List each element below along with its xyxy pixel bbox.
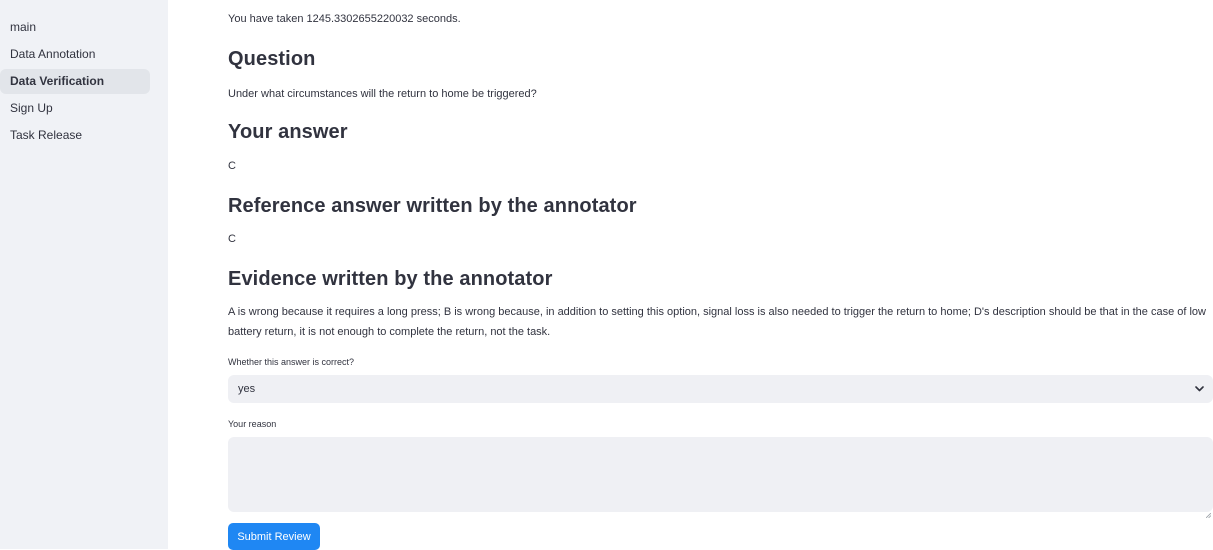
sidebar-item-main[interactable]: main [0,15,158,40]
sidebar-item-sign-up[interactable]: Sign Up [0,96,158,121]
reason-textarea[interactable] [228,437,1213,512]
reference-answer-value: C [228,233,236,245]
reason-label: Your reason [228,419,277,429]
chevron-down-icon [1194,375,1204,403]
your-answer-value: C [228,160,236,172]
sidebar: main Data Annotation Data Verification S… [0,0,168,549]
sidebar-item-data-annotation[interactable]: Data Annotation [0,42,158,67]
evidence-text: A is wrong because it requires a long pr… [228,306,1206,338]
timer-text: You have taken 1245.3302655220032 second… [228,13,461,25]
sidebar-item-task-release[interactable]: Task Release [0,123,158,148]
correct-select[interactable]: yes [228,375,1213,403]
correct-select-value: yes [238,383,256,395]
question-text: Under what circumstances will the return… [228,88,537,100]
your-answer-heading: Your answer [228,121,348,143]
main-content: You have taken 1245.3302655220032 second… [228,0,1213,550]
evidence-heading: Evidence written by the annotator [228,268,553,290]
resize-grip-icon[interactable] [1205,505,1212,519]
correct-select-label: Whether this answer is correct? [228,357,355,367]
sidebar-nav: main Data Annotation Data Verification S… [0,15,158,150]
sidebar-item-data-verification[interactable]: Data Verification [0,69,150,94]
reference-answer-heading: Reference answer written by the annotato… [228,195,637,217]
submit-review-button[interactable]: Submit Review [228,523,320,550]
question-heading: Question [228,48,316,70]
